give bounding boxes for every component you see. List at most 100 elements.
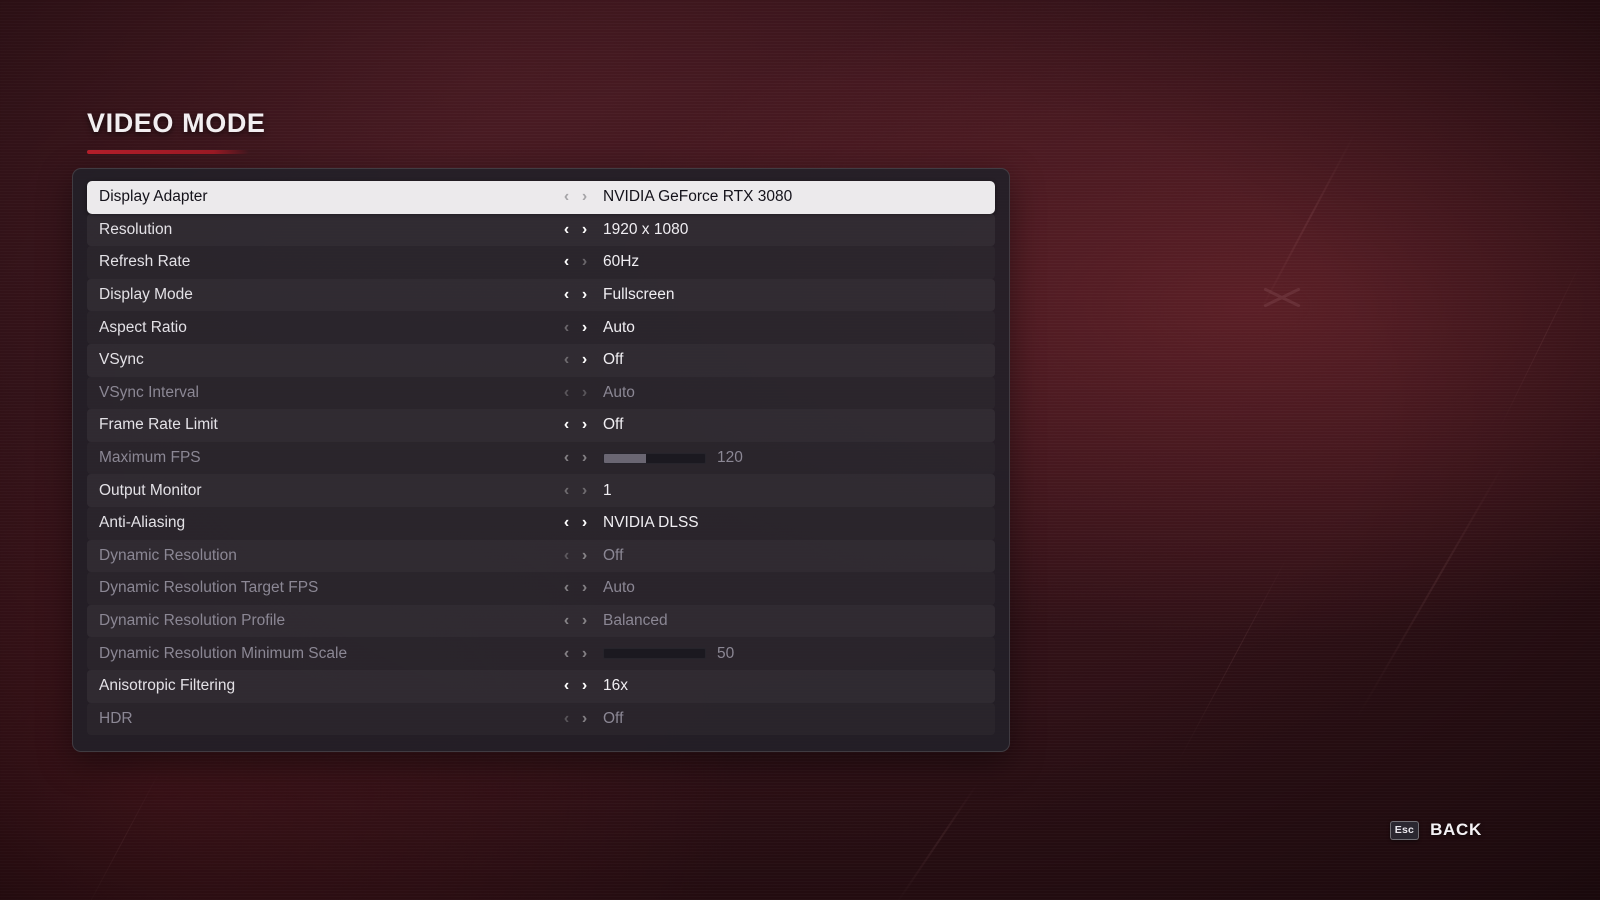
chevron-left-icon[interactable]: ‹	[559, 482, 574, 499]
chevron-right-icon[interactable]: ›	[577, 710, 592, 727]
value-stepper: ‹ ›	[559, 189, 595, 205]
chevron-left-icon[interactable]: ‹	[559, 515, 574, 531]
chevron-right-icon[interactable]: ›	[577, 189, 592, 205]
chevron-right-icon[interactable]: ›	[577, 547, 592, 564]
setting-value: NVIDIA GeForce RTX 3080	[603, 188, 793, 206]
page-title-block: VIDEO MODE	[87, 108, 266, 154]
setting-control: ‹ › 1920 x 1080	[559, 221, 995, 239]
setting-row[interactable]: Maximum FPS ‹ › 120	[87, 442, 995, 475]
setting-row[interactable]: Display Mode ‹ › Fullscreen	[87, 278, 995, 312]
value-stepper: ‹ ›	[559, 678, 595, 694]
setting-row[interactable]: Display Adapter ‹ › NVIDIA GeForce RTX 3080	[87, 181, 995, 214]
back-button-label: BACK	[1430, 820, 1482, 839]
background-streak	[1255, 131, 1357, 319]
setting-row[interactable]: Dynamic Resolution Target FPS ‹ › Auto	[87, 572, 995, 605]
setting-control: ‹ › Off	[559, 710, 995, 728]
chevron-right-icon[interactable]: ›	[577, 254, 592, 270]
setting-row[interactable]: Output Monitor ‹ › 1	[87, 474, 995, 507]
setting-slider[interactable]: 120	[603, 449, 743, 467]
chevron-left-icon[interactable]: ‹	[559, 580, 574, 596]
slider-track[interactable]	[603, 452, 706, 464]
setting-control: ‹ › 16x	[559, 677, 995, 695]
chevron-left-icon[interactable]: ‹	[559, 319, 574, 336]
chevron-right-icon[interactable]: ›	[577, 678, 592, 694]
chevron-right-icon[interactable]: ›	[577, 613, 592, 629]
setting-value: Auto	[603, 383, 635, 401]
setting-row[interactable]: HDR ‹ › Off	[87, 703, 995, 736]
setting-label: Output Monitor	[99, 481, 202, 499]
setting-label: Maximum FPS	[99, 449, 201, 467]
setting-row[interactable]: Aspect Ratio ‹ › Auto	[87, 311, 995, 344]
setting-row[interactable]: Refresh Rate ‹ › 60Hz	[87, 246, 995, 279]
setting-label: Resolution	[99, 220, 173, 238]
setting-control: ‹ › Off	[559, 351, 995, 369]
setting-value: Balanced	[603, 612, 668, 630]
setting-control: ‹ › Off	[559, 547, 995, 565]
setting-value: Fullscreen	[603, 286, 675, 304]
slider-track[interactable]	[603, 648, 706, 660]
setting-row[interactable]: Frame Rate Limit ‹ › Off	[87, 409, 995, 442]
chevron-right-icon[interactable]: ›	[577, 645, 592, 662]
chevron-right-icon[interactable]: ›	[577, 482, 592, 499]
chevron-left-icon[interactable]: ‹	[559, 547, 574, 564]
back-button[interactable]: Esc BACK	[1389, 820, 1482, 840]
setting-control: ‹ › 50	[559, 645, 995, 663]
value-stepper: ‹ ›	[559, 417, 595, 433]
chevron-right-icon[interactable]: ›	[577, 580, 592, 596]
value-stepper: ‹ ›	[559, 613, 595, 629]
chevron-left-icon[interactable]: ‹	[559, 613, 574, 629]
setting-label: VSync Interval	[99, 383, 199, 401]
setting-value: Auto	[603, 318, 635, 336]
chevron-left-icon[interactable]: ‹	[559, 189, 574, 205]
setting-row[interactable]: VSync ‹ › Off	[87, 343, 995, 377]
chevron-right-icon[interactable]: ›	[577, 450, 592, 466]
setting-label: Frame Rate Limit	[99, 416, 218, 434]
chevron-left-icon[interactable]: ‹	[559, 384, 574, 401]
chevron-right-icon[interactable]: ›	[577, 319, 592, 336]
setting-row[interactable]: Dynamic Resolution Minimum Scale ‹ › 50	[87, 637, 995, 670]
setting-label: Anisotropic Filtering	[99, 677, 236, 695]
setting-label: VSync	[99, 351, 144, 369]
setting-control: ‹ › Balanced	[559, 612, 995, 630]
setting-row[interactable]: Dynamic Resolution Profile ‹ › Balanced	[87, 604, 995, 638]
setting-label: Dynamic Resolution Target FPS	[99, 579, 319, 597]
background-streak	[1498, 259, 1583, 431]
value-stepper: ‹ ›	[559, 515, 595, 531]
chevron-left-icon[interactable]: ‹	[559, 710, 574, 727]
setting-row[interactable]: Resolution ‹ › 1920 x 1080	[87, 213, 995, 247]
chevron-right-icon[interactable]: ›	[577, 384, 592, 401]
chevron-left-icon[interactable]: ‹	[559, 287, 574, 303]
x-watermark-icon	[1262, 280, 1302, 314]
value-stepper: ‹ ›	[559, 580, 595, 596]
setting-value: Auto	[603, 579, 635, 597]
setting-label: Dynamic Resolution Minimum Scale	[99, 644, 348, 662]
setting-row[interactable]: Anti-Aliasing ‹ › NVIDIA DLSS	[87, 507, 995, 540]
settings-panel: Display Adapter ‹ › NVIDIA GeForce RTX 3080…	[72, 168, 1010, 752]
setting-row[interactable]: Anisotropic Filtering ‹ › 16x	[87, 669, 995, 703]
value-stepper: ‹ ›	[559, 221, 595, 238]
value-stepper: ‹ ›	[559, 482, 595, 499]
setting-row[interactable]: Dynamic Resolution ‹ › Off	[87, 539, 995, 573]
slider-fill	[604, 453, 647, 463]
chevron-right-icon[interactable]: ›	[577, 287, 592, 303]
chevron-left-icon[interactable]: ‹	[559, 678, 574, 694]
chevron-left-icon[interactable]: ‹	[559, 254, 574, 270]
chevron-left-icon[interactable]: ‹	[559, 417, 574, 433]
setting-value: 1920 x 1080	[603, 220, 689, 238]
chevron-right-icon[interactable]: ›	[577, 417, 592, 433]
chevron-right-icon[interactable]: ›	[577, 221, 592, 238]
slider-value: 50	[717, 644, 735, 662]
setting-row[interactable]: VSync Interval ‹ › Auto	[87, 377, 995, 410]
chevron-left-icon[interactable]: ‹	[559, 450, 574, 466]
chevron-right-icon[interactable]: ›	[577, 352, 592, 368]
slider-value: 120	[717, 449, 743, 467]
chevron-left-icon[interactable]: ‹	[559, 352, 574, 368]
value-stepper: ‹ ›	[559, 319, 595, 336]
settings-list: Display Adapter ‹ › NVIDIA GeForce RTX 3080…	[87, 181, 995, 735]
setting-control: ‹ › NVIDIA DLSS	[559, 514, 995, 532]
setting-slider[interactable]: 50	[603, 645, 734, 663]
setting-label: HDR	[99, 709, 133, 727]
chevron-right-icon[interactable]: ›	[577, 515, 592, 531]
chevron-left-icon[interactable]: ‹	[559, 645, 574, 662]
chevron-left-icon[interactable]: ‹	[559, 221, 574, 238]
